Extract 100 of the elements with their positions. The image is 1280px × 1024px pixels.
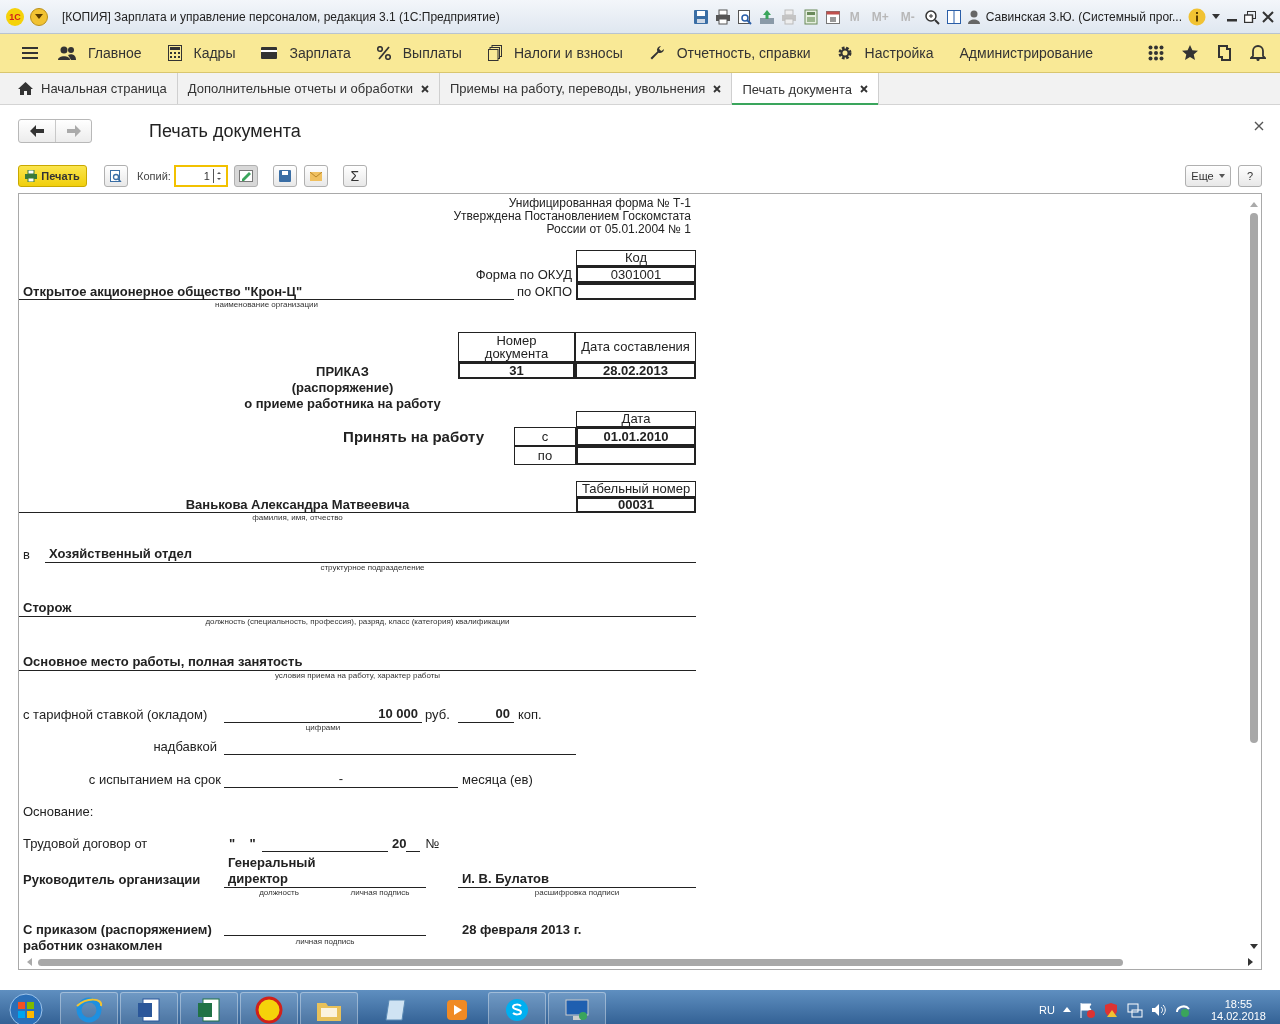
menu-icon[interactable] <box>22 46 38 60</box>
close-icon[interactable] <box>860 85 868 93</box>
field-caption: фамилия, имя, отчество <box>252 513 343 522</box>
app-logo-icon <box>255 995 283 1024</box>
taskbar-app[interactable] <box>240 991 298 1024</box>
taskbar-app[interactable] <box>488 991 546 1024</box>
column-header: Табельный номер <box>576 481 696 497</box>
taskbar-app[interactable] <box>120 991 178 1024</box>
scrollbar-thumb[interactable] <box>1250 213 1258 743</box>
taskbar-app[interactable] <box>300 991 358 1024</box>
restore-icon[interactable] <box>1244 10 1256 23</box>
envelope-icon <box>309 171 322 181</box>
order-action: Принять на работу <box>343 428 484 445</box>
card-icon[interactable] <box>261 47 278 59</box>
field-label: месяца (ев) <box>461 772 533 788</box>
field-label: надбавкой <box>152 739 218 755</box>
calculator-icon[interactable] <box>167 45 182 61</box>
window-title: [КОПИЯ] Зарплата и управление персоналом, редакция 3.1 (1С:Предприятие) <box>62 9 500 24</box>
shield-icon[interactable] <box>1102 1001 1119 1018</box>
edit-button[interactable] <box>233 165 258 187</box>
panel-icon[interactable] <box>945 8 962 25</box>
user-name[interactable]: Савинская З.Ю. (Системный прог... <box>985 9 1182 24</box>
zoom-icon[interactable] <box>923 8 940 25</box>
tab[interactable]: Печать документа <box>732 73 879 105</box>
close-icon[interactable] <box>1254 121 1264 131</box>
organization-name: Открытое акционерное общество "Крон-Ц" <box>19 284 514 300</box>
field-label: Трудовой договор от <box>22 836 149 852</box>
taskbar-app[interactable] <box>548 991 606 1024</box>
section-item[interactable]: Отчетность, справки <box>648 45 811 61</box>
start-icon[interactable] <box>6 991 46 1024</box>
document-icon <box>135 995 163 1024</box>
info-icon[interactable] <box>1188 7 1206 26</box>
clock[interactable]: 18:55 14.02.2018 <box>1210 997 1266 1022</box>
save-button[interactable] <box>272 165 297 187</box>
department-name: Хозяйственный отдел <box>45 546 696 563</box>
field-caption: расшифровка подписи <box>534 888 620 897</box>
column-header: Номер документа <box>458 332 575 362</box>
field-caption: личная подпись <box>295 937 355 946</box>
gear-icon[interactable] <box>836 45 853 61</box>
field-caption: должность (специальность, профессия), разряд, класс (категория) квалификации <box>205 617 510 626</box>
preview-button[interactable] <box>104 165 128 187</box>
scrollbar-thumb[interactable] <box>38 958 1123 966</box>
section-item[interactable]: Налоги и взносы <box>487 45 623 61</box>
close-icon[interactable] <box>1262 10 1274 23</box>
printer-icon[interactable] <box>714 8 731 25</box>
document-title: (распоряжение) <box>291 380 394 396</box>
scroll-down-icon[interactable] <box>1250 944 1258 949</box>
main-menu-button[interactable] <box>30 7 48 26</box>
section-item[interactable]: Выплаты <box>376 45 462 61</box>
spreadsheet-icon <box>195 995 223 1024</box>
flag-icon[interactable] <box>1078 1001 1095 1018</box>
caret-icon[interactable] <box>1212 14 1220 19</box>
field-label: Руководитель организации <box>22 872 202 888</box>
arrow-right-icon <box>66 125 81 137</box>
field-caption: структурное подразделение <box>320 563 425 572</box>
section-item[interactable]: Зарплата <box>261 45 351 61</box>
floppy-icon[interactable] <box>692 8 709 25</box>
upload-icon[interactable] <box>758 8 775 25</box>
sum-button[interactable]: Σ <box>342 165 367 187</box>
taskbar-app[interactable] <box>180 991 238 1024</box>
table-cell: 0301001 <box>576 266 696 283</box>
bell-icon[interactable] <box>1250 45 1266 61</box>
documents-icon[interactable] <box>487 45 502 61</box>
calendar-icon[interactable] <box>824 8 841 25</box>
field-caption: условия приема на работу, характер работы <box>274 671 441 680</box>
column-header: Код <box>576 250 696 266</box>
floppy-icon <box>278 170 291 182</box>
edit-icon <box>238 170 253 182</box>
form-header-text: Утверждена Постановлением Госкомстата <box>453 210 691 223</box>
form-header-text: Унифицированная форма № Т-1 <box>508 197 691 210</box>
copies-field[interactable]: 1 <box>173 165 228 187</box>
wrench-icon[interactable] <box>648 45 665 61</box>
section-item[interactable]: Главное <box>58 45 142 61</box>
section-item[interactable]: Администрирование <box>959 45 1093 61</box>
percent-icon[interactable] <box>376 46 391 60</box>
tab[interactable]: Начальная страница <box>8 73 178 104</box>
printer-icon <box>25 170 38 182</box>
column-header: Дата составления <box>575 332 696 362</box>
help-button[interactable]: ? <box>1238 165 1262 187</box>
table-cell: 01.01.2010 <box>576 427 696 446</box>
preview-icon[interactable] <box>736 8 753 25</box>
tray-arrow-icon[interactable] <box>1062 1007 1071 1012</box>
form-title: Печать документа <box>149 120 301 142</box>
date-quotes: " " <box>228 836 257 852</box>
network-icon[interactable] <box>1126 1001 1143 1018</box>
tab[interactable]: Дополнительные отчеты и обработки <box>177 73 440 104</box>
scroll-right-icon[interactable] <box>1248 958 1253 966</box>
star-icon[interactable] <box>1182 45 1198 61</box>
print-button[interactable]: Печать <box>18 165 87 187</box>
section-item[interactable]: Кадры <box>167 45 236 61</box>
close-icon[interactable] <box>713 84 722 93</box>
document-title: ПРИКАЗ <box>316 364 369 380</box>
section-item[interactable]: Настройка <box>836 45 934 61</box>
basis-label: Основание: <box>23 804 94 819</box>
more-button[interactable]: Еще <box>1185 165 1231 187</box>
apps-icon[interactable] <box>1148 45 1164 61</box>
field-caption: должность <box>259 888 299 897</box>
close-icon[interactable] <box>421 84 429 93</box>
language-indicator[interactable]: RU <box>1039 1003 1055 1016</box>
people-icon[interactable] <box>58 46 76 60</box>
